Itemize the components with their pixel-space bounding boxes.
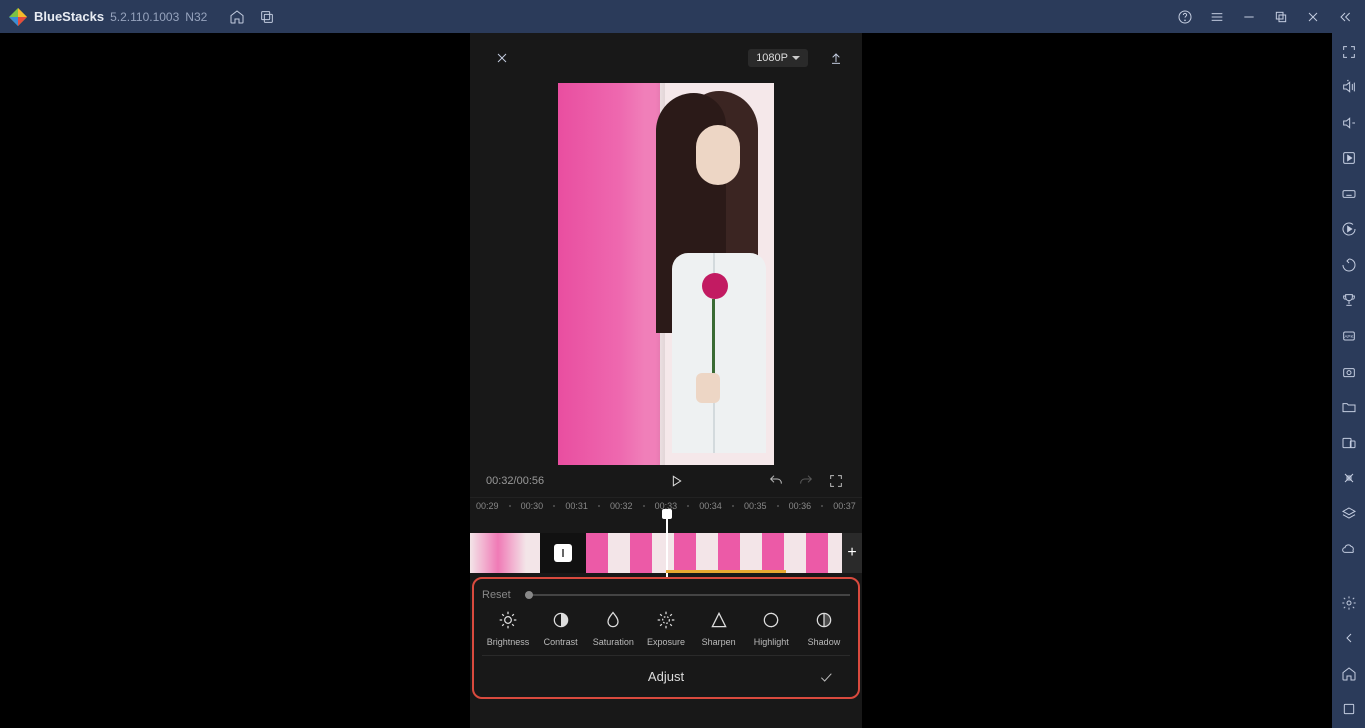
home-nav-icon[interactable] <box>1337 665 1361 683</box>
titlebar: BlueStacks 5.2.110.1003 N32 <box>0 0 1365 33</box>
tools-icon[interactable] <box>1337 469 1361 487</box>
undo-icon[interactable] <box>766 471 786 491</box>
adjust-header: Reset <box>482 589 850 601</box>
keyboard-icon[interactable] <box>1337 185 1361 203</box>
minimize-icon[interactable] <box>1237 5 1261 29</box>
sharpen-icon <box>708 609 730 631</box>
right-sidebar: APK <box>1332 33 1365 728</box>
play-outline-icon[interactable] <box>1337 150 1361 168</box>
back-icon[interactable] <box>1337 630 1361 648</box>
adjust-exposure[interactable]: Exposure <box>642 609 690 647</box>
volume-down-icon[interactable] <box>1337 114 1361 132</box>
adjust-brightness[interactable]: Brightness <box>484 609 532 647</box>
app-version: 5.2.110.1003 <box>110 10 179 24</box>
playhead[interactable] <box>666 513 668 577</box>
exposure-icon <box>655 609 677 631</box>
trophy-icon[interactable] <box>1337 292 1361 310</box>
help-icon[interactable] <box>1173 5 1197 29</box>
cloud-icon[interactable] <box>1337 540 1361 558</box>
redo-icon[interactable] <box>796 471 816 491</box>
adjust-sharpen[interactable]: Sharpen <box>695 609 743 647</box>
adjust-panel: Reset Brightness Contrast Saturation <box>472 577 860 699</box>
settings-icon[interactable] <box>1337 594 1361 612</box>
editor-close-icon[interactable] <box>490 46 514 70</box>
adjust-saturation[interactable]: Saturation <box>589 609 637 647</box>
brightness-icon <box>497 609 519 631</box>
add-clip-button[interactable]: + <box>842 533 862 573</box>
adjustment-range[interactable] <box>666 570 786 573</box>
bluestacks-logo-icon <box>8 7 28 27</box>
layers-icon[interactable] <box>1337 505 1361 523</box>
preview-area <box>470 83 862 465</box>
shadow-icon <box>813 609 835 631</box>
clip-2[interactable] <box>586 533 842 573</box>
adjust-slider[interactable] <box>525 594 850 596</box>
overview-icon[interactable] <box>1337 701 1361 719</box>
sync-play-icon[interactable] <box>1337 221 1361 239</box>
apk-icon[interactable]: APK <box>1337 327 1361 345</box>
chevron-down-icon <box>792 56 800 60</box>
saturation-icon <box>602 609 624 631</box>
app-nver: N32 <box>185 10 207 24</box>
devices-icon[interactable] <box>1337 434 1361 452</box>
highlight-icon <box>760 609 782 631</box>
video-preview[interactable] <box>558 83 774 465</box>
adjust-title: Adjust <box>648 669 684 684</box>
confirm-button[interactable] <box>816 667 836 687</box>
adjust-highlight[interactable]: Highlight <box>747 609 795 647</box>
svg-text:APK: APK <box>1344 334 1354 339</box>
adjust-contrast[interactable]: Contrast <box>537 609 585 647</box>
adjust-shadow[interactable]: Shadow <box>800 609 848 647</box>
home-icon[interactable] <box>225 5 249 29</box>
collapse-right-icon[interactable] <box>1333 5 1357 29</box>
adjust-footer: Adjust <box>482 655 850 697</box>
export-icon[interactable] <box>824 46 848 70</box>
screenshot-icon[interactable] <box>1337 363 1361 381</box>
play-button[interactable] <box>666 471 686 491</box>
clip-transition[interactable] <box>540 533 586 573</box>
contrast-icon <box>550 609 572 631</box>
resolution-label: 1080P <box>756 52 788 64</box>
folder-icon[interactable] <box>1337 398 1361 416</box>
volume-up-icon[interactable] <box>1337 79 1361 97</box>
clip-1[interactable] <box>470 533 540 573</box>
fullscreen-icon[interactable] <box>1337 43 1361 61</box>
menu-icon[interactable] <box>1205 5 1229 29</box>
app-name: BlueStacks <box>34 9 104 24</box>
editor-topbar: 1080P <box>470 33 862 83</box>
expand-icon[interactable] <box>826 471 846 491</box>
video-editor: 1080P 00:32/00:56 <box>470 33 862 728</box>
timeline[interactable]: + <box>470 513 862 575</box>
rotate-icon[interactable] <box>1337 256 1361 274</box>
app-area: 1080P 00:32/00:56 <box>0 33 1332 728</box>
time-display: 00:32/00:56 <box>486 475 544 487</box>
resolution-button[interactable]: 1080P <box>748 49 808 67</box>
close-icon[interactable] <box>1301 5 1325 29</box>
recent-apps-icon[interactable] <box>255 5 279 29</box>
maximize-icon[interactable] <box>1269 5 1293 29</box>
transition-icon <box>554 544 572 562</box>
adjust-items: Brightness Contrast Saturation Exposure … <box>482 609 850 647</box>
reset-button[interactable]: Reset <box>482 589 511 601</box>
playback-controls: 00:32/00:56 <box>470 465 862 497</box>
